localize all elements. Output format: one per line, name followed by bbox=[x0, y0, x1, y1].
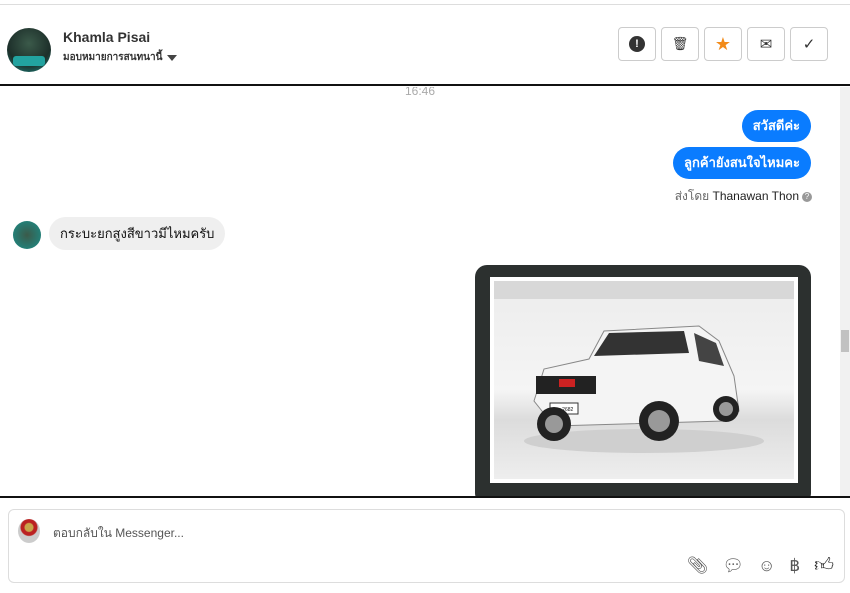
outgoing-message[interactable]: สวัสดีค่ะ bbox=[741, 110, 811, 142]
envelope-icon: ✉ bbox=[759, 36, 773, 53]
scrollbar-thumb[interactable] bbox=[841, 330, 849, 352]
exclamation-icon: ! bbox=[629, 36, 645, 52]
assign-conversation-dropdown[interactable]: มอบหมายการสนทนานี้ bbox=[63, 50, 178, 65]
mark-spam-button[interactable]: ! bbox=[618, 27, 656, 61]
composer-divider bbox=[0, 496, 850, 498]
truck-photo[interactable]: ฎฐ 2682 bbox=[490, 277, 798, 483]
reply-composer[interactable]: ตอบกลับใน Messenger... 📎︎ 💬︎ ☺ ฿ 👍︎ bbox=[8, 509, 845, 583]
message-timestamp: 16:46 bbox=[405, 87, 436, 98]
star-icon: ★ bbox=[714, 33, 732, 54]
mark-done-button[interactable]: ✓ bbox=[790, 27, 828, 61]
payment-baht-icon[interactable]: ฿ bbox=[789, 556, 800, 576]
sent-by-label: ส่งโดย Thanawan Thon? bbox=[675, 187, 812, 206]
trash-icon: 🗑 bbox=[671, 36, 689, 51]
contact-avatar[interactable] bbox=[7, 28, 51, 72]
contact-name[interactable]: Khamla Pisai bbox=[63, 29, 150, 45]
sender-name: Thanawan Thon bbox=[712, 189, 799, 203]
assign-label: มอบหมายการสนทนานี้ bbox=[63, 52, 163, 63]
sent-by-prefix: ส่งโดย bbox=[674, 189, 710, 203]
image-message[interactable]: ฎฐ 2682 bbox=[475, 265, 811, 496]
header-divider bbox=[0, 84, 850, 86]
pickup-truck-image: ฎฐ 2682 bbox=[494, 281, 794, 453]
thumbs-up-icon[interactable]: 👍︎ bbox=[814, 554, 834, 577]
reply-input[interactable]: ตอบกลับใน Messenger... bbox=[53, 524, 184, 543]
help-icon[interactable]: ? bbox=[802, 191, 812, 202]
incoming-message[interactable]: กระบะยกสูงสีขาวมีไหมครับ bbox=[49, 217, 226, 250]
contact-avatar-small bbox=[13, 221, 41, 249]
mark-unread-button[interactable]: ✉ bbox=[747, 27, 785, 61]
saved-replies-icon[interactable]: 💬︎ bbox=[722, 556, 744, 576]
paperclip-icon[interactable]: 📎︎ bbox=[687, 556, 709, 576]
emoji-icon[interactable]: ☺ bbox=[758, 556, 775, 576]
outgoing-message[interactable]: ลูกค้ายังสนใจไหมคะ bbox=[673, 147, 811, 179]
conversation-header: Khamla Pisai มอบหมายการสนทนานี้ ! 🗑 ★ ✉ … bbox=[0, 5, 850, 85]
check-icon: ✓ bbox=[802, 36, 816, 53]
message-thread: 16:46 สวัสดีค่ะ ลูกค้ายังสนใจไหมคะ ส่งโด… bbox=[0, 87, 840, 496]
star-button[interactable]: ★ bbox=[704, 27, 742, 61]
delete-button[interactable]: 🗑 bbox=[661, 27, 699, 61]
chat-scrollbar[interactable] bbox=[840, 87, 850, 496]
page-avatar bbox=[18, 519, 40, 543]
chevron-down-icon bbox=[167, 54, 178, 61]
